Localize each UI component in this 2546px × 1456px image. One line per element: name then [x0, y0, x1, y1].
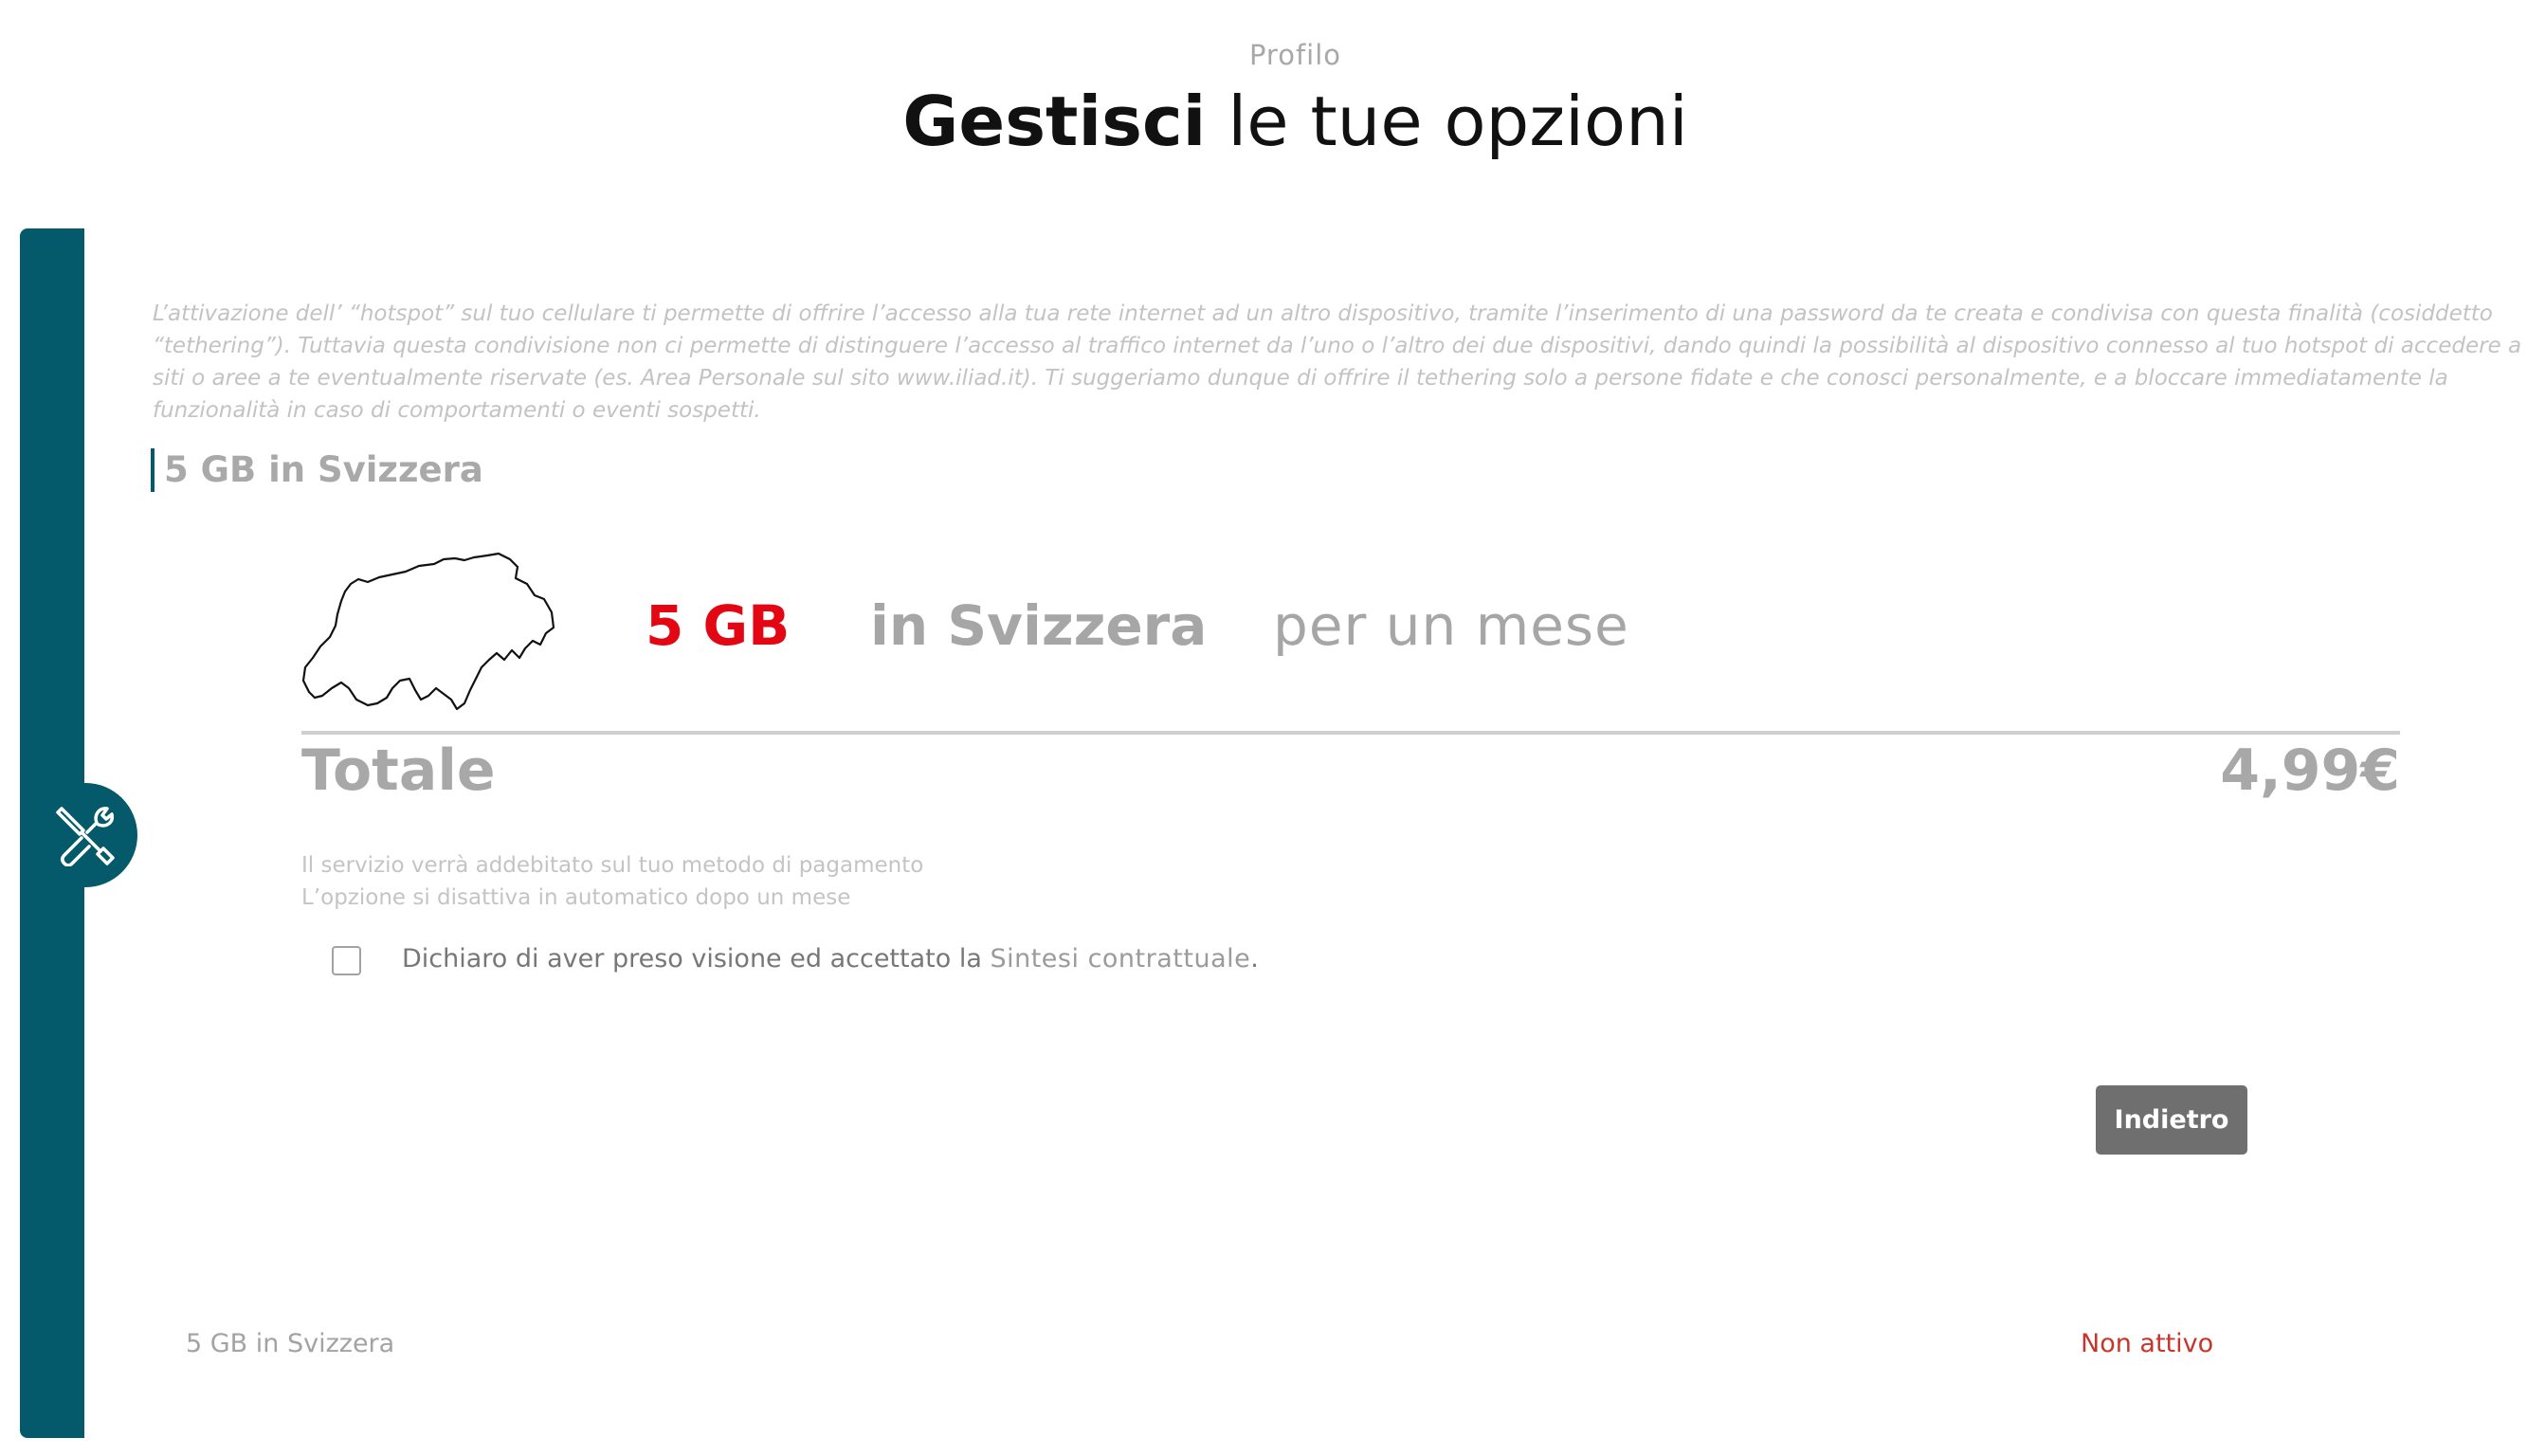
total-label: Totale — [301, 737, 496, 804]
billing-info: Il servizio verrà addebitato sul tuo met… — [301, 853, 924, 878]
consent-text: Dichiaro di aver preso visione ed accett… — [402, 944, 1259, 974]
option-status: Non attivo — [2081, 1329, 2214, 1358]
total-price: 4,99€ — [2220, 737, 2400, 804]
option-name: 5 GB in Svizzera — [186, 1329, 395, 1358]
auto-deactivation-info: L’opzione si disattiva in automatico dop… — [301, 885, 851, 910]
page-title-bold: Gestisci — [902, 82, 1207, 161]
tools-icon — [56, 807, 115, 866]
breadcrumb[interactable]: Profilo — [0, 39, 2546, 71]
page: Profilo Gestisci le tue opzioni L’attiva… — [0, 0, 2546, 1456]
section-heading: 5 GB in Svizzera — [151, 448, 483, 492]
page-title-rest: le tue opzioni — [1206, 82, 1688, 161]
back-button[interactable]: Indietro — [2096, 1085, 2247, 1155]
page-title: Gestisci le tue opzioni — [0, 82, 2546, 161]
consent-label: Dichiaro di aver preso visione ed accett… — [402, 944, 991, 974]
consent-checkbox[interactable] — [332, 946, 361, 975]
offer-data-amount: 5 GB — [646, 593, 791, 658]
divider — [301, 731, 2400, 735]
tools-badge — [33, 783, 137, 887]
consent-suffix: . — [1250, 944, 1259, 974]
offer-country: in Svizzera — [870, 593, 1208, 658]
offer-period: per un mese — [1273, 593, 1629, 658]
switzerland-map-icon — [301, 552, 555, 711]
contract-summary-link[interactable]: Sintesi contrattuale — [990, 944, 1250, 974]
tethering-disclaimer: L’attivazione dell’ “hotspot” sul tuo ce… — [153, 301, 2522, 423]
